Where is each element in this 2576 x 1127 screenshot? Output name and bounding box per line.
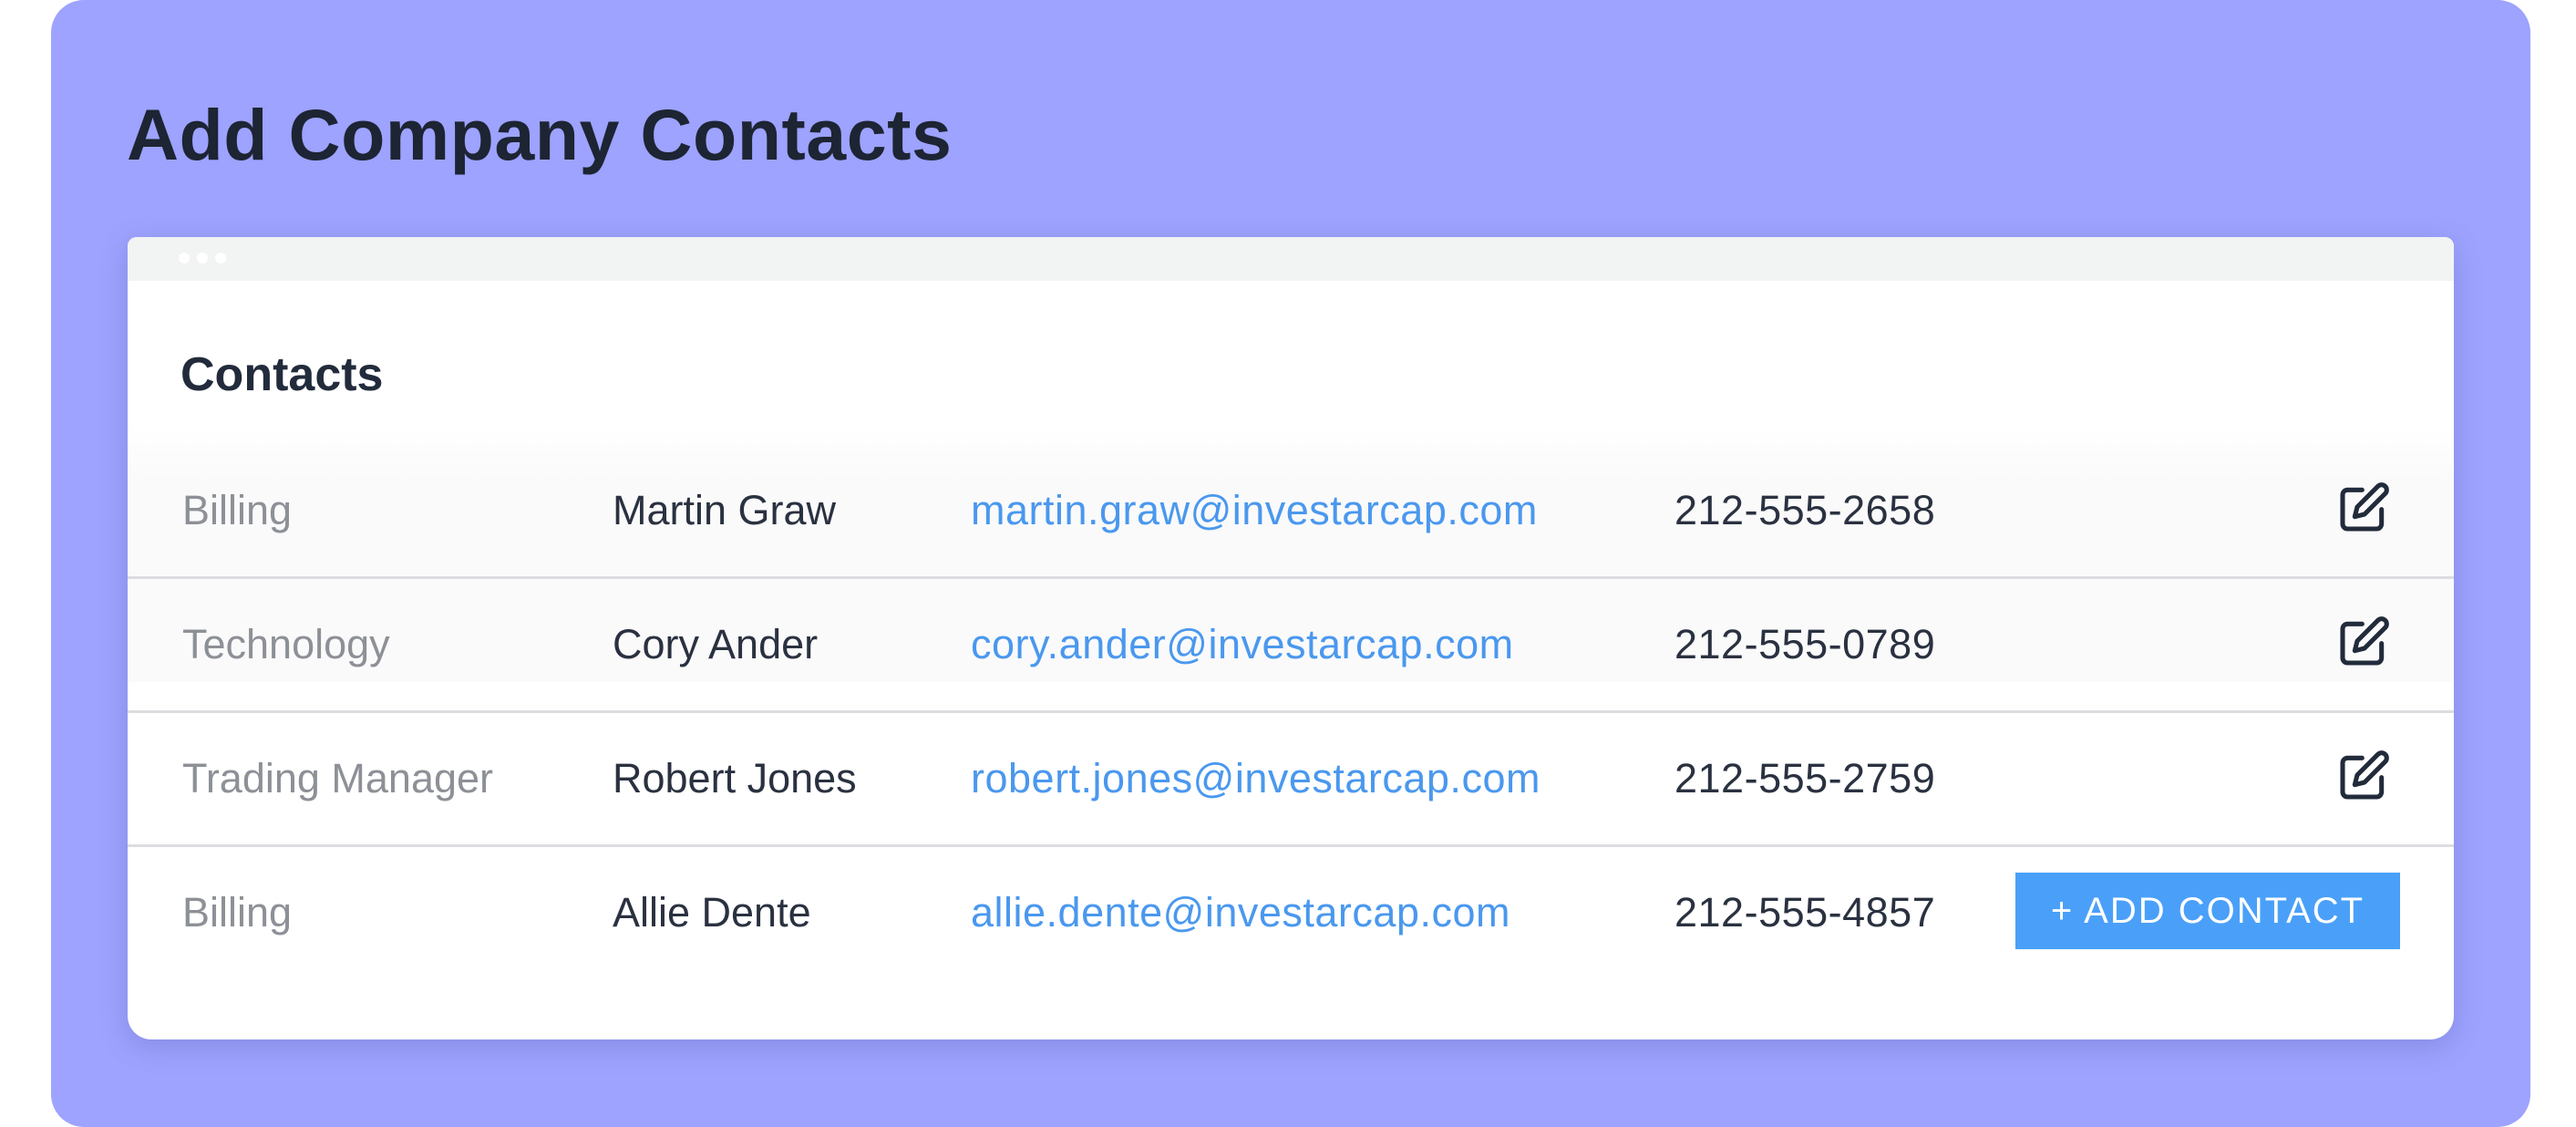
contact-row: Billing Allie Dente allie.dente@investar… [128,847,2454,978]
contact-department: Technology [182,621,390,667]
window-titlebar [128,237,2454,281]
edit-icon[interactable] [2335,478,2394,536]
edit-icon[interactable] [2335,612,2394,670]
contact-phone: 212-555-2658 [1674,487,1936,533]
window-controls [179,253,226,264]
contacts-heading: Contacts [180,348,384,401]
contact-phone: 212-555-4857 [1674,889,1936,936]
contact-email-link[interactable]: robert.jones@investarcap.com [971,713,1540,844]
contact-email-link[interactable]: cory.ander@investarcap.com [971,579,1514,710]
contact-phone: 212-555-0789 [1674,621,1936,667]
page-background: Add Company Contacts Contacts Billing Ma… [51,0,2530,1127]
contact-department: Trading Manager [182,755,494,801]
window-dot [215,253,226,264]
contact-email-link[interactable]: allie.dente@investarcap.com [971,847,1510,978]
contact-department: Billing [182,889,293,936]
window-dot [197,253,208,264]
contact-name: Cory Ander [613,621,819,667]
page-title: Add Company Contacts [127,94,953,175]
contact-name: Robert Jones [613,755,857,801]
contact-row: Billing Martin Graw martin.graw@investar… [128,445,2454,579]
contact-department: Billing [182,487,293,533]
window-dot [179,253,190,264]
contacts-table: Billing Martin Graw martin.graw@investar… [128,445,2454,978]
contact-row: Trading Manager Robert Jones robert.jone… [128,713,2454,847]
contact-phone: 212-555-2759 [1674,755,1936,801]
contact-name: Allie Dente [613,889,811,936]
contact-email-link[interactable]: martin.graw@investarcap.com [971,445,1538,576]
contacts-window: Contacts Billing Martin Graw martin.graw… [128,237,2454,1039]
contact-name: Martin Graw [613,487,837,533]
add-contact-button[interactable]: + ADD CONTACT [2015,873,2400,949]
edit-icon[interactable] [2335,746,2394,804]
contact-row: Technology Cory Ander cory.ander@investa… [128,579,2454,713]
